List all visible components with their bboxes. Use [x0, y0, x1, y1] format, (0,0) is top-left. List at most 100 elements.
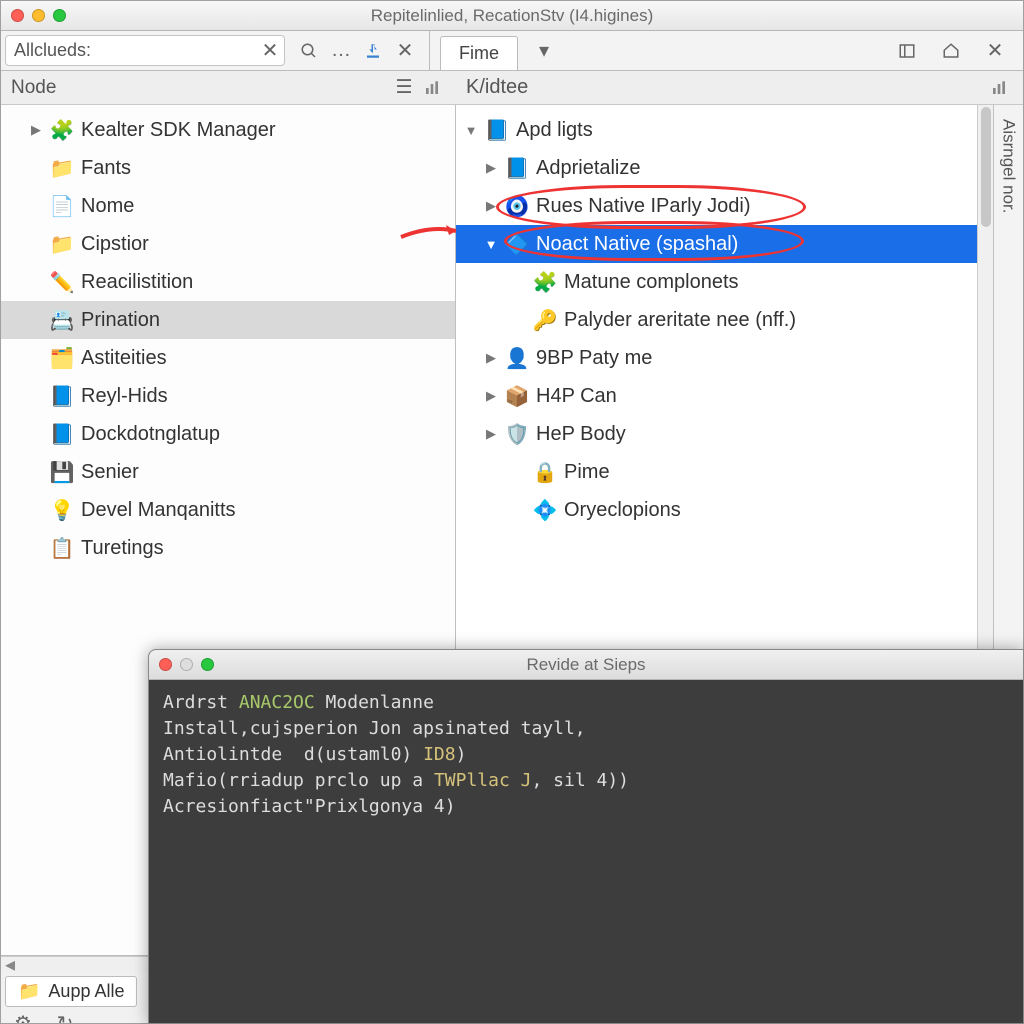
left-pane-title: Node — [11, 77, 56, 99]
file-icon: 📄 — [51, 195, 73, 217]
puzzle-icon: 🧩 — [534, 271, 556, 293]
tree-item[interactable]: 📇 Prination — [1, 301, 455, 339]
doc-icon: 📘 — [51, 385, 73, 407]
tree-item[interactable]: ▶👤9BP Paty me — [456, 339, 977, 377]
chevron-right-icon[interactable]: ▶ — [484, 198, 498, 214]
pencil-icon: ✏️ — [51, 271, 73, 293]
tree-item[interactable]: 🧩Matune complonets — [456, 263, 977, 301]
chevron-right-icon[interactable]: ▶ — [29, 122, 43, 138]
minimize-window-button[interactable] — [32, 9, 45, 22]
zoom-window-button[interactable] — [53, 9, 66, 22]
stamp-icon: 🧿 — [506, 195, 528, 217]
folder-icon: 📁 — [51, 233, 73, 255]
tree-item[interactable]: ▼ 🔷 Noact Native (spashal) — [456, 225, 977, 263]
folder-icon: 📁 — [18, 981, 40, 1002]
tree-item[interactable]: 💠 Oryeclopions — [456, 491, 977, 529]
tree-item[interactable]: 🔒 Pime — [456, 453, 977, 491]
sheet-icon: 📇 — [51, 309, 73, 331]
terminal-title: Revide at Sieps — [149, 655, 1023, 675]
main-titlebar[interactable]: Repitelinlied, RecationStv (I4.higines) — [1, 1, 1023, 31]
tree-item-label: Reacilistition — [81, 271, 193, 294]
bottom-file-tab[interactable]: 📁 Aupp Alle — [5, 976, 137, 1007]
tree-item-label: Adprietalize — [536, 157, 641, 180]
sdk-icon: 🧩 — [51, 119, 73, 141]
pane-headers: Node ☰ K/idtee — [1, 71, 1023, 105]
tree-item[interactable]: 💾 Senier — [1, 453, 455, 491]
stats-icon[interactable] — [418, 74, 446, 102]
home-icon[interactable] — [937, 37, 965, 65]
tree-item-label: Dockdotnglatup — [81, 423, 220, 446]
chevron-right-icon[interactable]: ▶ — [484, 388, 498, 404]
tree-item-label: Pime — [564, 461, 610, 484]
tree-item-label: Senier — [81, 461, 139, 484]
search-icon[interactable] — [295, 37, 323, 65]
chip-icon: 💾 — [51, 461, 73, 483]
card-icon: 🗂️ — [51, 347, 73, 369]
right-pane-title: K/idtee — [466, 76, 528, 99]
diamond-icon: 🔷 — [506, 233, 528, 255]
menu-icon[interactable]: ☰ — [390, 74, 418, 102]
tree-item[interactable]: 💡Devel Manqanitts — [1, 491, 455, 529]
terminal-titlebar[interactable]: Revide at Sieps — [149, 650, 1023, 680]
tree-item-label: Palyder areritate nee (nff.) — [564, 309, 796, 332]
bulb-icon: 💡 — [51, 499, 73, 521]
close-window-button[interactable] — [11, 9, 24, 22]
dropdown-icon[interactable]: ▾ — [530, 37, 558, 65]
tree-item[interactable]: 🗂️Astiteities — [1, 339, 455, 377]
chevron-down-icon[interactable]: ▼ — [484, 237, 498, 252]
stats2-icon[interactable] — [985, 74, 1013, 102]
tree-item[interactable]: ▶ 🧿 Rues Native IParly Jodi) — [456, 187, 977, 225]
tree-item[interactable]: ▶ 📘 Adprietalize — [456, 149, 977, 187]
doc-icon: 📘 — [506, 157, 528, 179]
close-tab-icon[interactable]: ✕ — [981, 37, 1009, 65]
tree-item-label: Prination — [81, 309, 160, 332]
chevron-right-icon[interactable]: ▶ — [484, 160, 498, 176]
tree-item[interactable]: 📁Fants — [1, 149, 455, 187]
tree-item-label: Cipstior — [81, 233, 149, 256]
lock-icon: 🔒 — [534, 461, 556, 483]
tree-item-label: 9BP Paty me — [536, 347, 652, 370]
tree-item[interactable]: 🔑 Palyder areritate nee (nff.) — [456, 301, 977, 339]
terminal-body[interactable]: Ardrst ANAC2OC Modenlanne Install,cujspe… — [149, 680, 1023, 1023]
more-icon[interactable]: … — [327, 37, 355, 65]
tree-item-label: Reyl-Hids — [81, 385, 168, 408]
tree-item-label: Noact Native (spashal) — [536, 233, 738, 256]
chevron-right-icon[interactable]: ▶ — [484, 426, 498, 442]
terminal-close-button[interactable] — [159, 658, 172, 671]
chevron-down-icon[interactable]: ▼ — [464, 123, 478, 138]
tree-item[interactable]: 📁 Cipstior — [1, 225, 455, 263]
tree-item-label: Rues Native IParly Jodi) — [536, 195, 751, 218]
sync-icon[interactable]: ↻ — [51, 1009, 79, 1023]
doc-icon: 📘 — [51, 423, 73, 445]
tree-item[interactable]: ✏️ Reacilistition — [1, 263, 455, 301]
terminal-zoom-button[interactable] — [201, 658, 214, 671]
bottom-file-tab-label: Aupp Alle — [48, 981, 124, 1002]
window-title: Repitelinlied, RecationStv (I4.higines) — [1, 6, 1023, 26]
gem-icon: 💠 — [534, 499, 556, 521]
tree-item[interactable]: ▶🧩Kealter SDK Manager — [1, 111, 455, 149]
tree-item[interactable]: 📄 Nome — [1, 187, 455, 225]
close-panel-icon[interactable]: ✕ — [391, 37, 419, 65]
tree-item[interactable]: ▶📦H4P Can — [456, 377, 977, 415]
tree-item-label: Nome — [81, 195, 134, 218]
clear-search-icon[interactable]: ✕ — [256, 37, 284, 65]
list-icon: 📋 — [51, 537, 73, 559]
tree-item-label: HeP Body — [536, 423, 626, 446]
download-icon[interactable] — [359, 37, 387, 65]
tree-item-label: Turetings — [81, 537, 164, 560]
tree-item[interactable]: 📋 Turetings — [1, 529, 455, 567]
search-field-wrap: ✕ — [5, 35, 285, 66]
tree-item[interactable]: ▶🛡️HeP Body — [456, 415, 977, 453]
tree-item[interactable]: ▼📘Apd ligts — [456, 111, 977, 149]
layout-icon[interactable] — [893, 37, 921, 65]
search-input[interactable] — [6, 36, 256, 65]
terminal-minimize-button[interactable] — [180, 658, 193, 671]
chevron-right-icon[interactable]: ▶ — [484, 350, 498, 366]
gear-icon[interactable]: ⚙ — [9, 1009, 37, 1023]
tree-item[interactable]: 📘 Reyl-Hids — [1, 377, 455, 415]
tab-fime[interactable]: Fime — [440, 36, 518, 70]
key-icon: 🔑 — [534, 309, 556, 331]
tree-item-label: Oryeclopions — [564, 499, 681, 522]
tree-item-label: Fants — [81, 157, 131, 180]
tree-item[interactable]: 📘 Dockdotnglatup — [1, 415, 455, 453]
